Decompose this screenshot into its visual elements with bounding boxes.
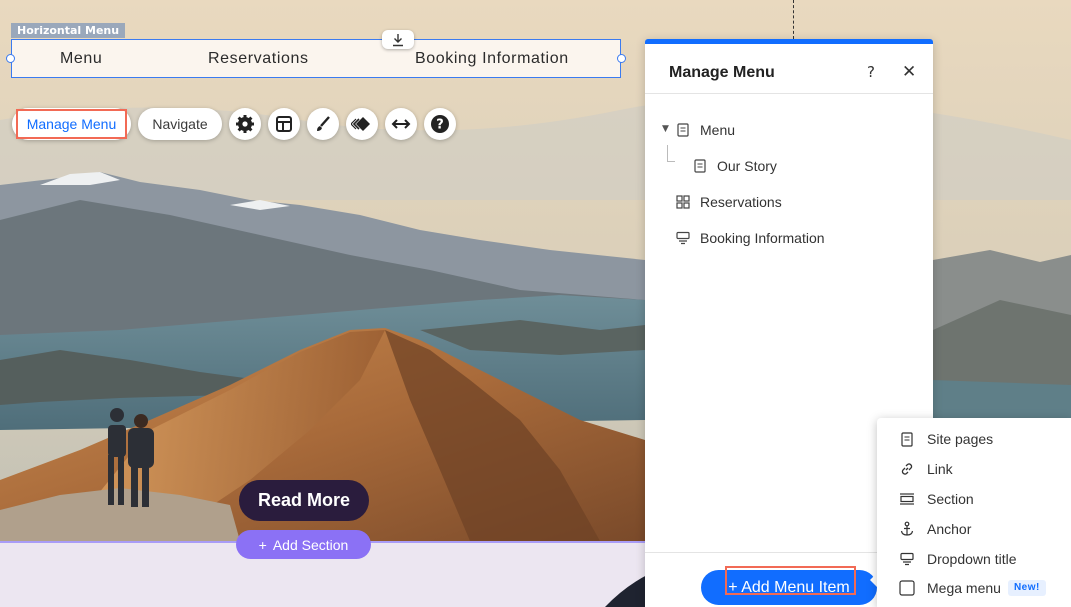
dropdown-item-label: Dropdown title [927,551,1017,567]
help-icon[interactable]: ? [867,63,875,81]
dropdown-item-site-pages[interactable]: Site pages [899,428,993,450]
dropdown-title-icon [676,231,690,245]
svg-text:?: ? [436,118,444,133]
dropdown-item-label: Site pages [927,431,994,447]
dropdown-item-anchor[interactable]: Anchor [899,518,971,540]
link-icon [899,461,915,477]
manage-menu-button[interactable]: Manage Menu [12,108,131,140]
tree-item-booking-information[interactable]: Booking Information [676,226,825,250]
menu-item-booking-information[interactable]: Booking Information [415,40,569,77]
resize-handle-right[interactable] [617,54,626,63]
menu-item-menu[interactable]: Menu [60,40,102,77]
tree-item-label: Booking Information [700,230,825,246]
add-section-label: Add Section [272,536,349,553]
tree-item-label: Menu [700,122,736,138]
dropdown-item-mega-menu[interactable]: Mega menu New! [899,577,1046,599]
guide-line [793,0,794,39]
add-item-dropdown: Site pages Link Section Anchor Dropdown … [877,418,1071,607]
page-icon [676,123,690,137]
dropdown-item-label: Link [927,461,953,477]
add-menu-item-button[interactable]: + Add Menu Item [701,570,877,605]
mega-menu-icon [899,580,915,596]
tree-item-label: Our Story [717,158,777,174]
tree-connector [667,145,675,162]
plus-icon: + [258,536,267,553]
gear-icon[interactable] [229,108,261,140]
add-section-button[interactable]: + Add Section [236,530,371,559]
resize-handle-left[interactable] [6,54,15,63]
brush-icon[interactable] [307,108,339,140]
panel-title: Manage Menu [669,64,775,81]
close-icon[interactable]: ✕ [902,62,916,82]
help-icon[interactable]: ? [424,108,456,140]
section-icon [899,491,915,507]
read-more-button[interactable]: Read More [239,480,369,521]
stretch-icon[interactable] [385,108,417,140]
tree-item-label: Reservations [700,194,782,210]
tree-item-our-story[interactable]: Our Story [693,154,777,178]
menu-item-reservations[interactable]: Reservations [208,40,309,77]
dropdown-item-section[interactable]: Section [899,488,974,510]
download-icon[interactable] [382,30,414,49]
navigate-button[interactable]: Navigate [138,108,222,140]
dropdown-title-icon [899,551,915,567]
dropdown-item-dropdown-title[interactable]: Dropdown title [899,548,1017,570]
anchor-icon [899,521,915,537]
new-badge: New! [1007,580,1046,596]
app-icon [676,195,690,209]
tree-item-menu[interactable]: Menu [676,118,735,142]
dropdown-item-link[interactable]: Link [899,458,953,480]
dropdown-item-label: Mega menu [927,580,1001,596]
dropdown-item-label: Section [927,491,974,507]
caret-down-icon[interactable]: ▼ [662,124,669,134]
animation-icon[interactable] [346,108,378,140]
element-type-tag: Horizontal Menu [11,23,126,38]
dropdown-item-label: Anchor [927,521,972,537]
divider [645,93,933,94]
horizontal-menu[interactable]: Menu Reservations Booking Information [11,39,621,78]
layout-icon[interactable] [268,108,300,140]
tree-item-reservations[interactable]: Reservations [676,190,782,214]
page-icon [693,159,707,173]
page-icon [899,431,915,447]
